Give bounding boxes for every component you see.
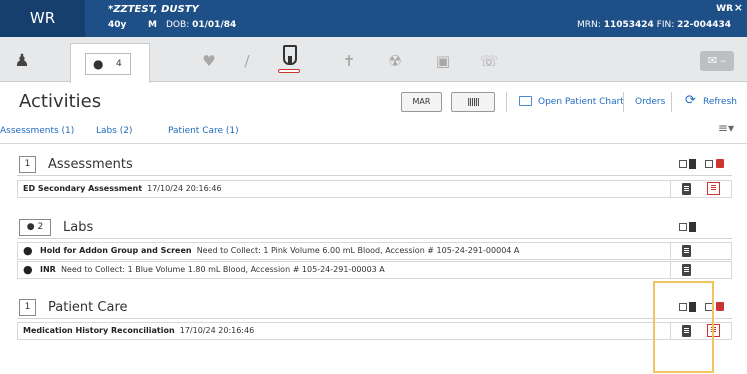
heart-icon[interactable]: ♥	[199, 51, 219, 71]
patient-age: 40y	[108, 20, 127, 30]
section-count-labs: ● 2	[19, 219, 51, 236]
refresh-icon[interactable]: ⟳	[685, 93, 696, 108]
filter-patient-care[interactable]: Patient Care (1)	[168, 126, 239, 136]
activity-name[interactable]: INR	[40, 265, 56, 274]
toolbar-divider	[671, 92, 672, 112]
documents-icon[interactable]	[707, 182, 720, 195]
highlight-box	[653, 281, 714, 373]
patient-sex: M	[148, 20, 157, 30]
tab-medications[interactable]: ● 4	[70, 43, 150, 83]
tab-labs[interactable]	[276, 45, 304, 77]
medication-count-box[interactable]: ● 4	[85, 53, 131, 75]
activity-name[interactable]: ED Secondary Assessment	[23, 184, 142, 193]
mrn-fin: MRN: 11053424 FIN: 22-004434	[577, 20, 731, 30]
table-row[interactable]: ED Secondary Assessment 17/10/24 20:16:4…	[17, 180, 732, 198]
category-toolbar: ♟ ● 4 ♥ ∕ ✝ ☢ ▣ ☏ ✉ –	[0, 37, 747, 83]
select-all-checkbox[interactable]	[679, 223, 687, 231]
drop-icon: ●	[23, 244, 33, 257]
fin-label: FIN:	[656, 20, 675, 30]
section-title-patient-care: Patient Care	[48, 300, 128, 315]
tab-count: 4	[116, 59, 122, 69]
mar-button[interactable]: MAR	[401, 92, 442, 112]
drop-icon: ●	[23, 263, 33, 276]
activity-detail: 17/10/24 20:16:46	[147, 184, 222, 193]
fin-value: 22-004434	[677, 20, 731, 30]
refresh-link[interactable]: Refresh	[703, 97, 737, 107]
activity-detail: Need to Collect: 1 Blue Volume 1.80 mL B…	[60, 265, 385, 274]
activity-name[interactable]: Hold for Addon Group and Screen	[40, 246, 192, 255]
document-icon[interactable]	[682, 264, 691, 276]
section-divider	[17, 318, 732, 319]
open-patient-chart-link[interactable]: Open Patient Chart	[538, 97, 624, 107]
page-title: Activities	[19, 91, 102, 112]
filter-bar: Assessments (1) Labs (2) Patient Care (1…	[0, 118, 747, 144]
activity-detail: Need to Collect: 1 Pink Volume 6.00 mL B…	[196, 246, 520, 255]
activity-detail: 17/10/24 20:16:46	[179, 326, 255, 335]
plane-icon[interactable]: ✝	[339, 51, 359, 71]
dob-label: DOB:	[166, 20, 190, 30]
toolbar-divider	[623, 92, 624, 112]
row-divider	[670, 262, 671, 278]
row-divider	[670, 181, 671, 197]
menu-icon[interactable]: ≡▾	[718, 121, 734, 135]
document-icon	[689, 222, 696, 232]
section-title-assessments: Assessments	[48, 157, 133, 172]
phone-icon[interactable]: ☏	[479, 51, 499, 71]
row-divider	[670, 243, 671, 259]
section-count: 2	[37, 222, 44, 232]
folder-icon[interactable]	[519, 96, 532, 106]
labs-alert-bar	[278, 69, 300, 73]
documents-icon	[716, 159, 724, 168]
location-label: WR	[716, 4, 733, 14]
section-count: 1	[19, 156, 36, 173]
tube-icon	[283, 45, 297, 65]
patient-banner: WR *ZZTEST, DUSTY 40y M DOB: 01/01/84 WR…	[0, 0, 747, 37]
table-row[interactable]: ● Hold for Addon Group and Screen Need t…	[17, 242, 732, 260]
close-icon[interactable]: ×	[734, 1, 743, 14]
section-divider	[17, 238, 732, 239]
patient-name[interactable]: *ZZTEST, DUSTY	[108, 4, 199, 15]
document-icon[interactable]	[682, 245, 691, 257]
dob-value: 01/01/84	[192, 20, 237, 30]
mrn-value: 11053424	[603, 20, 654, 30]
app-logo: WR	[0, 0, 85, 37]
section-title-labs: Labs	[63, 220, 94, 235]
table-row[interactable]: ● INR Need to Collect: 1 Blue Volume 1.8…	[17, 261, 732, 279]
document-icon	[689, 159, 696, 169]
documents-icon	[716, 302, 724, 311]
patient-dob: DOB: 01/01/84	[166, 20, 236, 30]
camera-icon[interactable]: ▣	[433, 51, 453, 71]
mrn-label: MRN:	[577, 20, 601, 30]
activity-name[interactable]: Medication History Reconciliation	[23, 326, 175, 335]
table-row[interactable]: Medication History Reconciliation 17/10/…	[17, 322, 732, 340]
document-icon[interactable]	[682, 183, 691, 195]
person-icon[interactable]: ♟	[12, 51, 32, 71]
select-all-checkbox[interactable]	[679, 160, 687, 168]
message-icon[interactable]: ✉ –	[700, 51, 734, 71]
radiation-icon[interactable]: ☢	[385, 51, 405, 71]
filter-assessments[interactable]: Assessments (1)	[0, 126, 74, 136]
drop-icon: ●	[26, 222, 35, 232]
filter-labs[interactable]: Labs (2)	[96, 126, 133, 136]
section-divider	[17, 175, 732, 176]
barcode-button[interactable]: ||||||	[451, 92, 495, 112]
select-all-checkbox[interactable]	[705, 160, 713, 168]
drop-icon: ●	[93, 57, 104, 71]
section-count: 1	[19, 299, 36, 316]
toolbar-divider	[506, 92, 507, 112]
orders-link[interactable]: Orders	[635, 97, 665, 107]
bandage-icon[interactable]: ∕	[237, 51, 257, 71]
